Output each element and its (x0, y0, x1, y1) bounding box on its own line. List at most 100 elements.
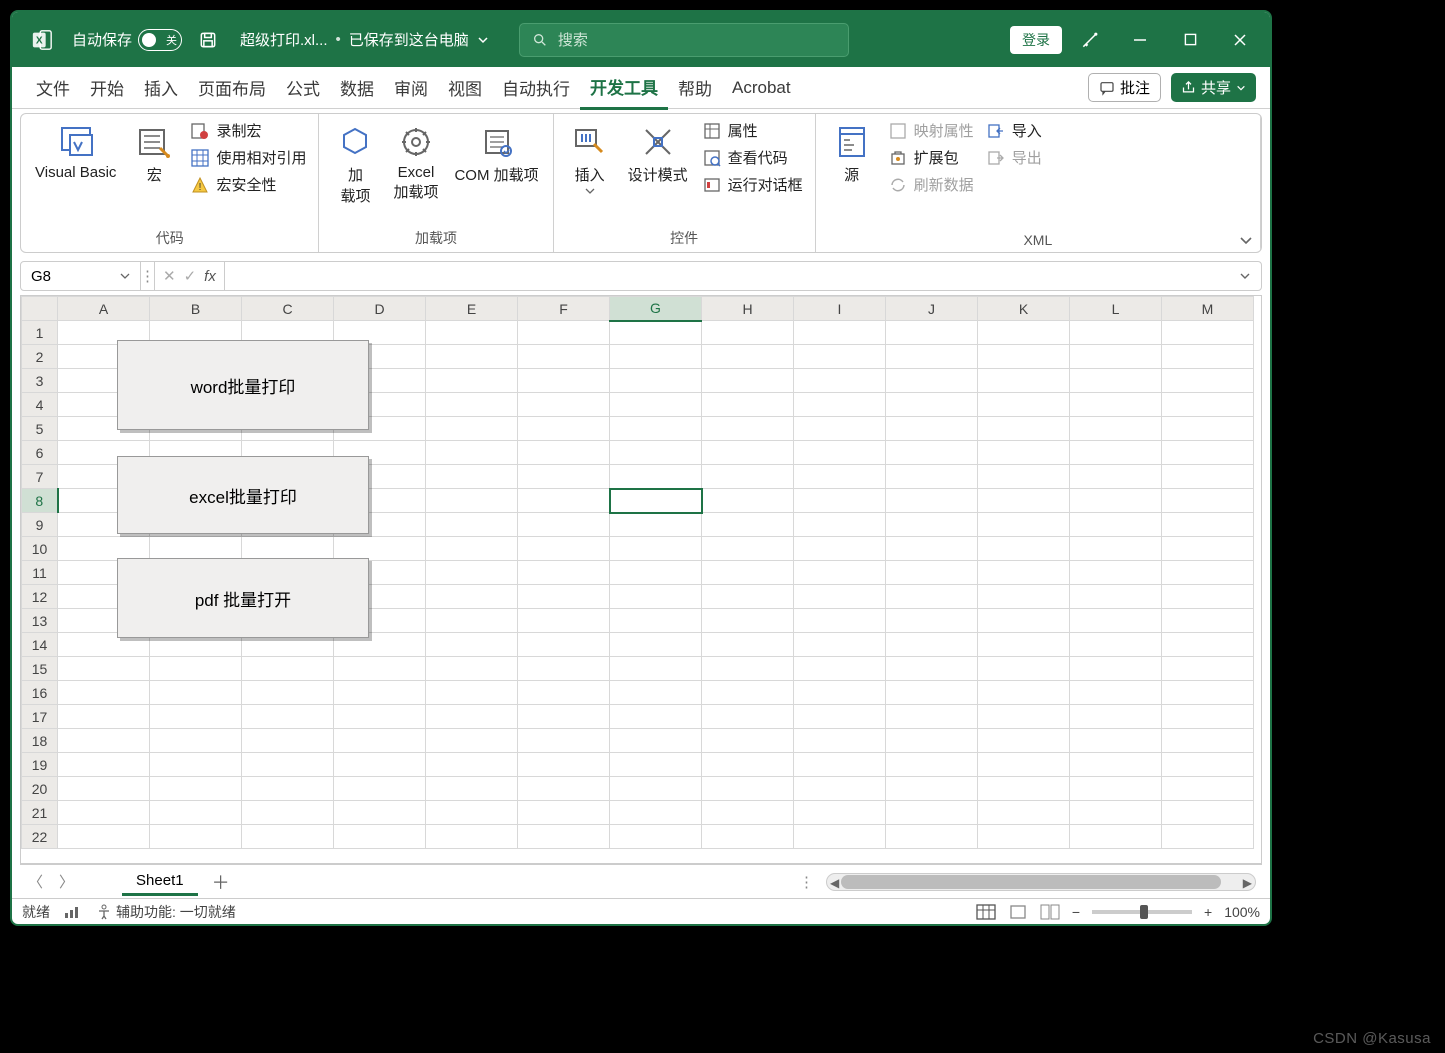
accessibility-status[interactable]: 辅助功能: 一切就绪 (96, 902, 236, 922)
cell-M10[interactable] (1162, 537, 1254, 561)
row-header-22[interactable]: 22 (22, 825, 58, 849)
col-header-E[interactable]: E (426, 297, 518, 321)
cell-D21[interactable] (334, 801, 426, 825)
tab-1[interactable]: 开始 (80, 67, 134, 108)
cell-E14[interactable] (426, 633, 518, 657)
cell-D19[interactable] (334, 753, 426, 777)
tab-2[interactable]: 插入 (134, 67, 188, 108)
cell-C20[interactable] (242, 777, 334, 801)
close-button[interactable] (1218, 20, 1262, 60)
cell-K15[interactable] (978, 657, 1070, 681)
cell-L13[interactable] (1070, 609, 1162, 633)
cell-A17[interactable] (58, 705, 150, 729)
cell-J17[interactable] (886, 705, 978, 729)
add-sheet-button[interactable]: ＋ (198, 865, 244, 899)
cell-H14[interactable] (702, 633, 794, 657)
cell-C17[interactable] (242, 705, 334, 729)
cell-E4[interactable] (426, 393, 518, 417)
tab-10[interactable]: 帮助 (668, 67, 722, 108)
cell-D17[interactable] (334, 705, 426, 729)
cell-F5[interactable] (518, 417, 610, 441)
macro-button-0[interactable]: word批量打印 (117, 340, 369, 430)
cell-C15[interactable] (242, 657, 334, 681)
minimize-button[interactable] (1118, 20, 1162, 60)
cell-G13[interactable] (610, 609, 702, 633)
cell-G3[interactable] (610, 369, 702, 393)
cell-F18[interactable] (518, 729, 610, 753)
col-header-G[interactable]: G (610, 297, 702, 321)
cell-C19[interactable] (242, 753, 334, 777)
cell-F7[interactable] (518, 465, 610, 489)
cell-M3[interactable] (1162, 369, 1254, 393)
zoom-slider[interactable] (1092, 910, 1192, 914)
macro-button-2[interactable]: pdf 批量打开 (117, 558, 369, 638)
cell-H11[interactable] (702, 561, 794, 585)
cell-G18[interactable] (610, 729, 702, 753)
cell-F22[interactable] (518, 825, 610, 849)
cell-H12[interactable] (702, 585, 794, 609)
cell-J1[interactable] (886, 321, 978, 345)
row-header-14[interactable]: 14 (22, 633, 58, 657)
cell-E16[interactable] (426, 681, 518, 705)
col-header-M[interactable]: M (1162, 297, 1254, 321)
cell-K4[interactable] (978, 393, 1070, 417)
cell-G10[interactable] (610, 537, 702, 561)
cell-K16[interactable] (978, 681, 1070, 705)
cell-E6[interactable] (426, 441, 518, 465)
cell-H22[interactable] (702, 825, 794, 849)
cell-M14[interactable] (1162, 633, 1254, 657)
cell-E1[interactable] (426, 321, 518, 345)
tab-4[interactable]: 公式 (276, 67, 330, 108)
run-dialog-button[interactable]: 运行对话框 (702, 174, 803, 195)
cell-K2[interactable] (978, 345, 1070, 369)
cell-H7[interactable] (702, 465, 794, 489)
cell-A16[interactable] (58, 681, 150, 705)
cell-G11[interactable] (610, 561, 702, 585)
xml-source-button[interactable]: 源 (824, 118, 880, 189)
cell-G14[interactable] (610, 633, 702, 657)
cell-J13[interactable] (886, 609, 978, 633)
cell-F1[interactable] (518, 321, 610, 345)
cell-L1[interactable] (1070, 321, 1162, 345)
cell-G15[interactable] (610, 657, 702, 681)
cell-M12[interactable] (1162, 585, 1254, 609)
autosave-toggle[interactable]: 自动保存 关 (72, 29, 182, 51)
cell-M21[interactable] (1162, 801, 1254, 825)
cell-L10[interactable] (1070, 537, 1162, 561)
cell-G16[interactable] (610, 681, 702, 705)
insert-control-button[interactable]: 插入 (562, 118, 618, 199)
cell-J8[interactable] (886, 489, 978, 513)
col-header-F[interactable]: F (518, 297, 610, 321)
cell-L3[interactable] (1070, 369, 1162, 393)
cell-I10[interactable] (794, 537, 886, 561)
cell-K11[interactable] (978, 561, 1070, 585)
cell-K22[interactable] (978, 825, 1070, 849)
row-header-18[interactable]: 18 (22, 729, 58, 753)
cell-I6[interactable] (794, 441, 886, 465)
col-header-C[interactable]: C (242, 297, 334, 321)
cell-I17[interactable] (794, 705, 886, 729)
cell-K18[interactable] (978, 729, 1070, 753)
cell-E18[interactable] (426, 729, 518, 753)
cell-G4[interactable] (610, 393, 702, 417)
cell-M9[interactable] (1162, 513, 1254, 537)
row-header-3[interactable]: 3 (22, 369, 58, 393)
cell-K21[interactable] (978, 801, 1070, 825)
cell-C16[interactable] (242, 681, 334, 705)
addins-button[interactable]: 加 载项 (327, 118, 383, 210)
tab-9[interactable]: 开发工具 (580, 66, 668, 110)
cell-G6[interactable] (610, 441, 702, 465)
cell-I12[interactable] (794, 585, 886, 609)
cell-H15[interactable] (702, 657, 794, 681)
cell-J21[interactable] (886, 801, 978, 825)
row-header-13[interactable]: 13 (22, 609, 58, 633)
cell-G2[interactable] (610, 345, 702, 369)
cell-I11[interactable] (794, 561, 886, 585)
login-button[interactable]: 登录 (1010, 26, 1062, 54)
cell-J5[interactable] (886, 417, 978, 441)
comments-button[interactable]: 批注 (1088, 73, 1161, 102)
cell-B20[interactable] (150, 777, 242, 801)
row-header-8[interactable]: 8 (22, 489, 58, 513)
cell-H1[interactable] (702, 321, 794, 345)
cell-H21[interactable] (702, 801, 794, 825)
